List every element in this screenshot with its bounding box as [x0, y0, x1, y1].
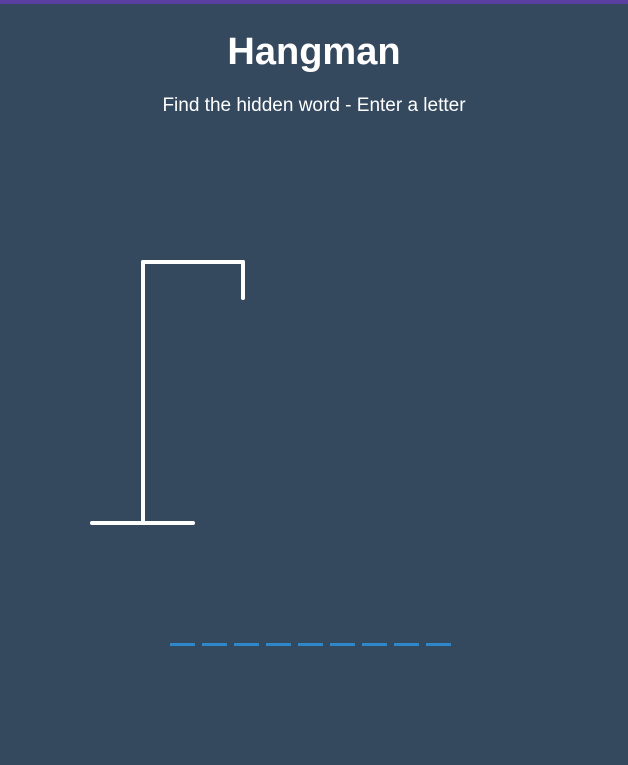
- letter-slot: [170, 622, 195, 646]
- letter-slot: [426, 622, 451, 646]
- hidden-word: [170, 622, 458, 646]
- gallows-figure: [90, 260, 245, 525]
- letter-slot: [298, 622, 323, 646]
- letter-slot: [266, 622, 291, 646]
- letter-slot: [362, 622, 387, 646]
- letter-slot: [234, 622, 259, 646]
- letter-slot: [202, 622, 227, 646]
- letter-slot: [330, 622, 355, 646]
- letter-slot: [394, 622, 419, 646]
